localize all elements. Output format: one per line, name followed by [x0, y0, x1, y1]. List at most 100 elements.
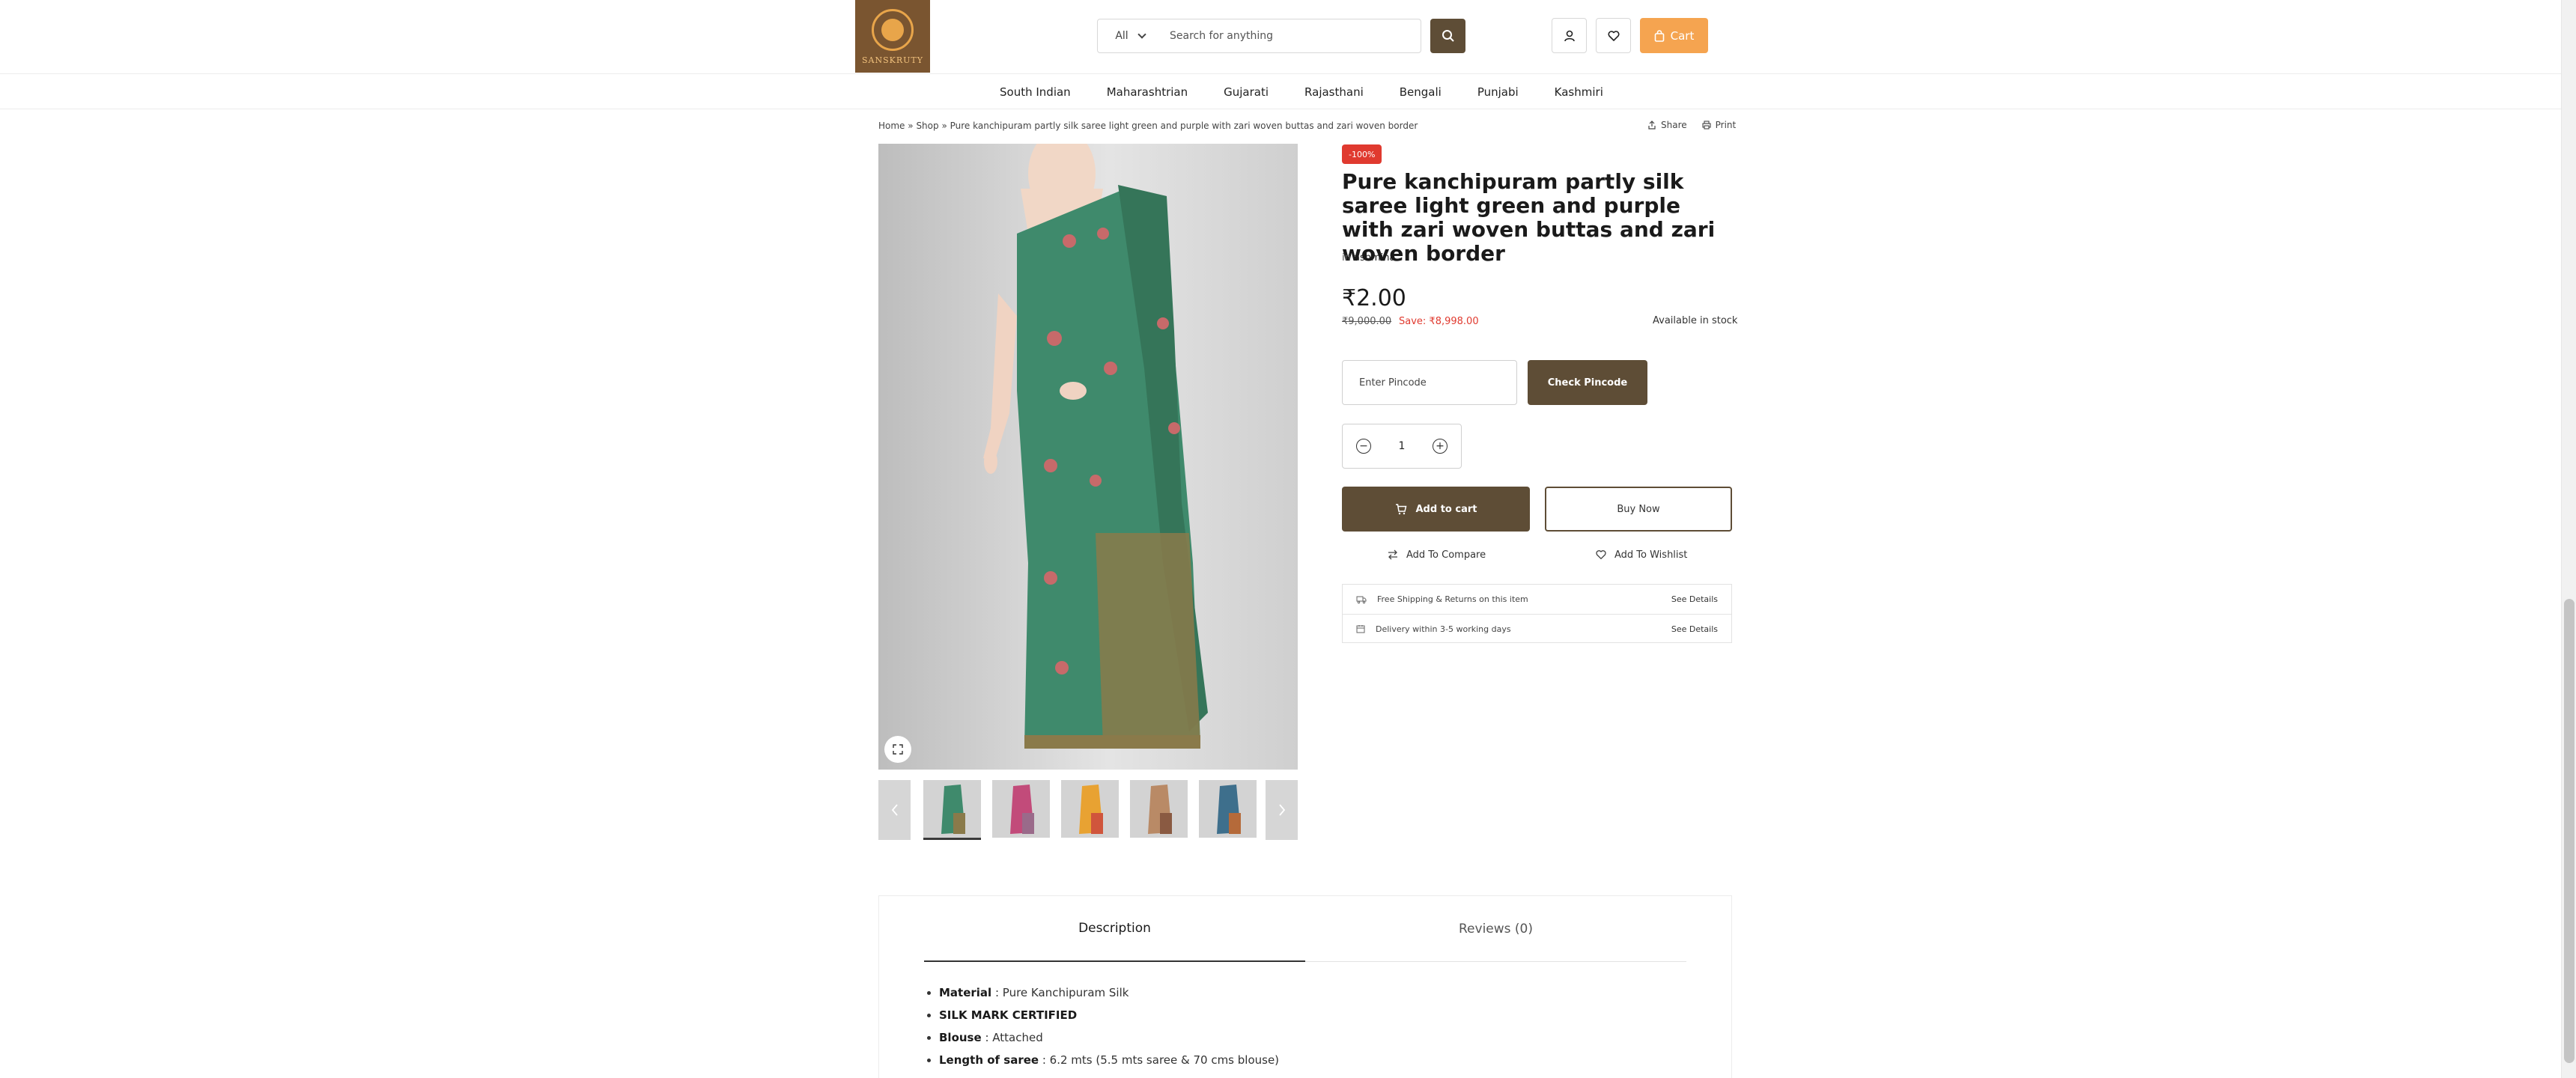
- product-tabs: Description Reviews (0): [924, 896, 1686, 962]
- category-nav: South Indian Maharashtrian Gujarati Raja…: [0, 73, 2561, 109]
- quantity-decrease-button[interactable]: −: [1356, 439, 1371, 454]
- expand-image-button[interactable]: [884, 736, 911, 763]
- search-category-select[interactable]: All: [1098, 19, 1162, 52]
- breadcrumb-separator: »: [908, 121, 914, 131]
- breadcrumb: Home » Shop » Pure kanchipuram partly si…: [878, 121, 1418, 131]
- info-row-delivery: Delivery within 3-5 working days See Det…: [1343, 614, 1731, 643]
- info-label: Free Shipping & Returns on this item: [1377, 594, 1528, 604]
- wishlist-button[interactable]: [1596, 18, 1631, 53]
- check-pincode-button[interactable]: Check Pincode: [1528, 360, 1647, 405]
- nav-item-rajasthani[interactable]: Rajasthani: [1304, 85, 1364, 99]
- cart-button[interactable]: Cart: [1640, 18, 1708, 53]
- add-to-cart-button[interactable]: Add to cart: [1342, 487, 1530, 532]
- discount-badge: -100%: [1342, 144, 1382, 164]
- search-category-label: All: [1115, 30, 1128, 42]
- truck-icon: [1356, 596, 1367, 603]
- buy-now-button[interactable]: Buy Now: [1545, 487, 1732, 532]
- spec-key: Blouse: [939, 1031, 982, 1044]
- breadcrumb-current: Pure kanchipuram partly silk saree light…: [950, 121, 1418, 131]
- info-row-label-wrap: Delivery within 3-5 working days: [1356, 624, 1671, 634]
- chevron-down-icon: [1137, 30, 1146, 39]
- list-item: SILK MARK CERTIFIED: [939, 1008, 1279, 1022]
- heart-icon: [1596, 550, 1606, 559]
- add-to-cart-label: Add to cart: [1415, 503, 1477, 515]
- heart-icon: [1607, 30, 1620, 41]
- pincode-input[interactable]: [1342, 360, 1517, 405]
- info-label: Delivery within 3-5 working days: [1376, 624, 1511, 634]
- shipping-info-box: Free Shipping & Returns on this item See…: [1342, 584, 1732, 643]
- thumbnail-5[interactable]: [1199, 780, 1257, 840]
- list-item: Blouse : Attached: [939, 1031, 1279, 1044]
- product-tabs-section: Description Reviews (0) Material : Pure …: [878, 895, 1732, 1078]
- spec-value: : 6.2 mts (5.5 mts saree & 70 cms blouse…: [1042, 1053, 1280, 1067]
- bag-icon: [1654, 29, 1664, 42]
- info-row-label-wrap: Free Shipping & Returns on this item: [1356, 594, 1671, 604]
- print-button[interactable]: Print: [1702, 120, 1736, 130]
- share-button[interactable]: Share: [1647, 120, 1687, 130]
- thumbnail-4[interactable]: [1130, 780, 1188, 840]
- thumbnail-1[interactable]: [923, 780, 981, 840]
- breadcrumb-shop[interactable]: Shop: [916, 121, 938, 131]
- cart-label: Cart: [1670, 28, 1695, 43]
- chevron-left-icon: [891, 804, 898, 816]
- page-actions: Share Print: [1647, 120, 1736, 130]
- quantity-value[interactable]: 1: [1399, 440, 1406, 452]
- logo-emblem-icon: [872, 9, 914, 51]
- search-input[interactable]: [1162, 19, 1421, 52]
- breadcrumb-separator: »: [941, 121, 947, 131]
- thumbnail-image: [1199, 780, 1257, 838]
- product-old-price: ₹9,000.00: [1342, 316, 1392, 327]
- nav-item-kashmiri[interactable]: Kashmiri: [1555, 85, 1603, 99]
- see-details-link[interactable]: See Details: [1671, 594, 1718, 604]
- thumbnail-image: [992, 780, 1050, 838]
- add-to-compare-button[interactable]: Add To Compare: [1387, 549, 1486, 561]
- see-details-link[interactable]: See Details: [1671, 624, 1718, 634]
- product-category: in ashmina: [1342, 252, 1395, 264]
- site-header: SANSKRUTY All Cart: [0, 0, 2561, 73]
- thumbnail-next-button[interactable]: [1266, 780, 1298, 840]
- nav-item-bengali[interactable]: Bengali: [1400, 85, 1442, 99]
- list-item: Material : Pure Kanchipuram Silk: [939, 986, 1279, 999]
- account-button[interactable]: [1552, 18, 1587, 53]
- share-label: Share: [1661, 120, 1687, 130]
- add-to-wishlist-label: Add To Wishlist: [1614, 549, 1688, 561]
- thumbnail-prev-button[interactable]: [878, 780, 911, 840]
- add-to-wishlist-button[interactable]: Add To Wishlist: [1595, 549, 1687, 561]
- list-item: Length of saree : 6.2 mts (5.5 mts saree…: [939, 1053, 1279, 1067]
- nav-item-maharashtrian[interactable]: Maharashtrian: [1107, 85, 1188, 99]
- nav-item-gujarati[interactable]: Gujarati: [1224, 85, 1269, 99]
- add-to-compare-label: Add To Compare: [1406, 549, 1486, 561]
- search-button[interactable]: [1430, 19, 1465, 53]
- compare-icon: [1388, 549, 1397, 560]
- quantity-increase-button[interactable]: +: [1432, 439, 1448, 454]
- cart-icon: [1395, 504, 1406, 515]
- spec-key: Length of saree: [939, 1053, 1039, 1067]
- breadcrumb-home[interactable]: Home: [878, 121, 905, 131]
- calendar-icon: [1356, 625, 1365, 633]
- print-icon: [1702, 121, 1711, 130]
- logo-text: SANSKRUTY: [861, 55, 923, 65]
- thumbnail-3[interactable]: [1061, 780, 1119, 840]
- search-bar: All: [1097, 19, 1421, 53]
- product-main-image[interactable]: [878, 144, 1298, 770]
- share-icon: [1648, 121, 1656, 130]
- thumbnail-image: [1061, 780, 1119, 838]
- user-icon: [1564, 30, 1575, 41]
- tab-reviews[interactable]: Reviews (0): [1305, 896, 1686, 962]
- spec-value: : Attached: [985, 1031, 1043, 1044]
- scrollbar-thumb[interactable]: [2564, 599, 2575, 1063]
- thumbnail-2[interactable]: [992, 780, 1050, 840]
- search-icon: [1442, 30, 1454, 42]
- page-scrollbar[interactable]: [2561, 0, 2576, 1078]
- thumbnail-image: [923, 780, 981, 838]
- product-savings: Save: ₹8,998.00: [1399, 316, 1479, 327]
- spec-value: : Pure Kanchipuram Silk: [994, 986, 1129, 999]
- site-logo[interactable]: SANSKRUTY: [855, 0, 930, 73]
- product-price: ₹2.00: [1342, 285, 1406, 311]
- description-list: Material : Pure Kanchipuram Silk SILK MA…: [939, 986, 1279, 1076]
- nav-item-south-indian[interactable]: South Indian: [1000, 85, 1071, 99]
- tab-description[interactable]: Description: [924, 896, 1305, 962]
- category-link[interactable]: ashmina: [1354, 252, 1395, 264]
- nav-item-punjabi[interactable]: Punjabi: [1477, 85, 1519, 99]
- spec-key: Material: [939, 986, 992, 999]
